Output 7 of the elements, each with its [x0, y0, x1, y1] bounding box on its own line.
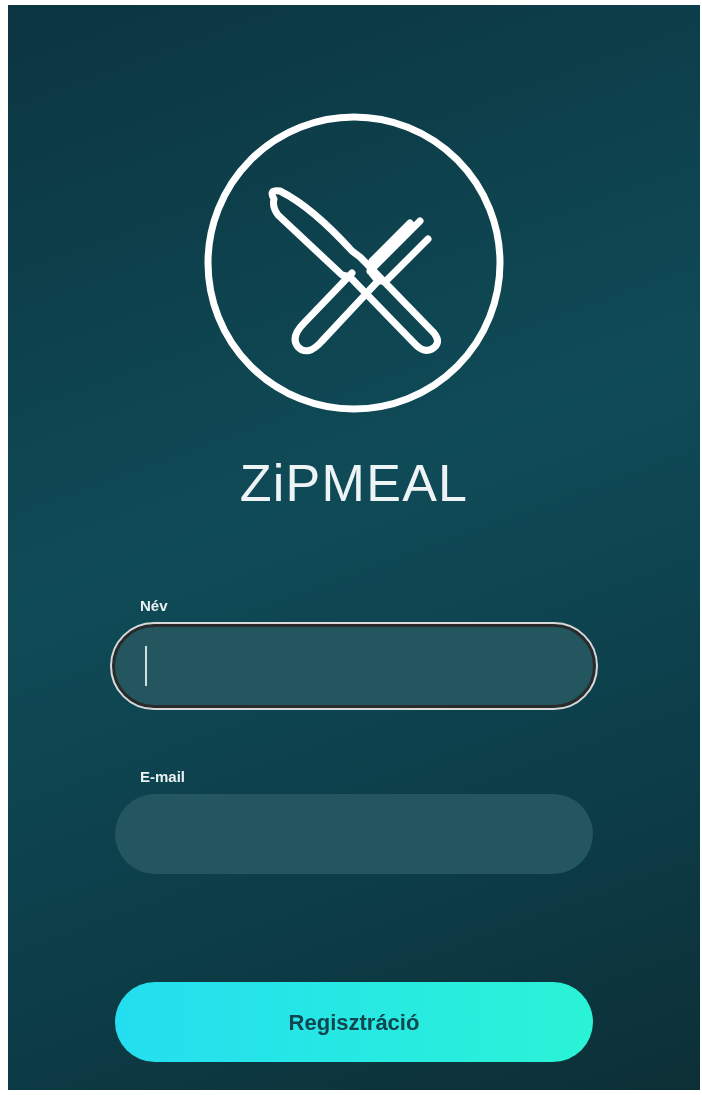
- app-title: ZiPMEAL: [239, 457, 469, 509]
- register-button[interactable]: Regisztráció: [115, 982, 593, 1062]
- field-label: E-mail: [140, 766, 186, 787]
- input-field[interactable]: [112, 623, 596, 708]
- text-cursor: [145, 645, 147, 686]
- field-label: Név: [140, 596, 169, 616]
- knife-fork-logo-icon: [202, 111, 506, 415]
